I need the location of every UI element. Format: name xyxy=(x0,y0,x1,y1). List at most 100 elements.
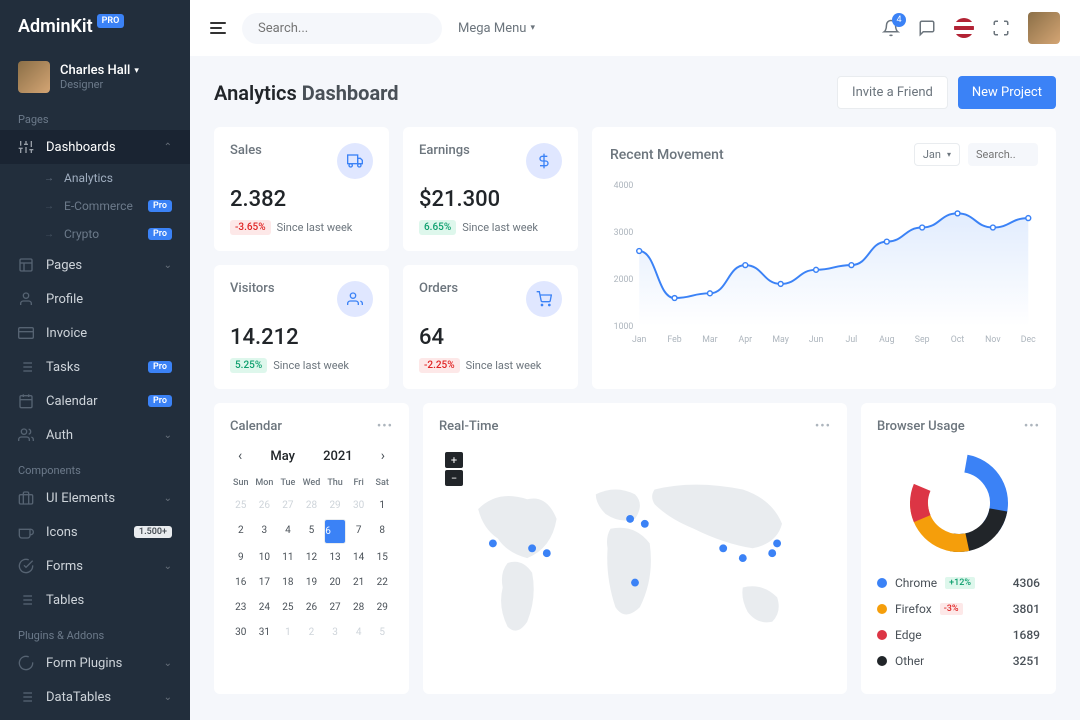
sidebar-item-profile[interactable]: Profile xyxy=(0,282,190,316)
sidebar-item-pages[interactable]: Pages⌄ xyxy=(0,248,190,282)
sliders-icon xyxy=(18,139,34,155)
zoom-in-button[interactable]: + xyxy=(445,452,463,468)
prev-month-button[interactable]: ‹ xyxy=(238,448,242,464)
cal-day[interactable]: 28 xyxy=(301,494,323,517)
cal-day[interactable]: 24 xyxy=(254,596,276,619)
cal-day[interactable]: 16 xyxy=(230,571,252,594)
cal-dow: Mon xyxy=(254,474,276,492)
cal-day[interactable]: 3 xyxy=(254,519,276,544)
sidebar-item-dashboards[interactable]: Dashboards ⌃ xyxy=(0,130,190,164)
sidebar-item-analytics[interactable]: →Analytics xyxy=(0,164,190,192)
user-avatar[interactable] xyxy=(1028,12,1060,44)
cal-day[interactable]: 7 xyxy=(348,519,370,544)
cal-day[interactable]: 30 xyxy=(230,621,252,644)
brand-name: AdminKit xyxy=(18,16,93,37)
cal-day[interactable]: 18 xyxy=(277,571,299,594)
cal-day[interactable]: 8 xyxy=(371,519,393,544)
sidebar-item-ui[interactable]: UI Elements⌄ xyxy=(0,481,190,515)
cal-day[interactable]: 22 xyxy=(371,571,393,594)
sidebar-item-forms[interactable]: Forms⌄ xyxy=(0,549,190,583)
svg-text:3000: 3000 xyxy=(614,228,634,238)
cal-day[interactable]: 5 xyxy=(371,621,393,644)
cal-day[interactable]: 5 xyxy=(301,519,323,544)
cal-day[interactable]: 1 xyxy=(371,494,393,517)
sidebar-item-crypto[interactable]: →CryptoPro xyxy=(0,220,190,248)
flag-icon[interactable] xyxy=(954,18,974,38)
cal-day[interactable]: 27 xyxy=(277,494,299,517)
cal-day[interactable]: 12 xyxy=(301,546,323,569)
sidebar-item-invoice[interactable]: Invoice xyxy=(0,316,190,350)
invite-friend-button[interactable]: Invite a Friend xyxy=(837,76,948,109)
cal-day[interactable]: 28 xyxy=(348,596,370,619)
sidebar-item-calendar[interactable]: CalendarPro xyxy=(0,384,190,418)
sidebar-item-charts[interactable]: Charts⌄ xyxy=(0,714,190,720)
cal-day[interactable]: 27 xyxy=(324,596,346,619)
cal-day[interactable]: 20 xyxy=(324,571,346,594)
svg-text:Jun: Jun xyxy=(809,335,824,345)
cal-day[interactable]: 2 xyxy=(301,621,323,644)
cal-day[interactable]: 3 xyxy=(324,621,346,644)
message-icon[interactable] xyxy=(918,19,936,37)
more-icon[interactable]: ••• xyxy=(815,419,831,434)
sidebar-item-icons[interactable]: Icons1.500+ xyxy=(0,515,190,549)
cal-day[interactable]: 10 xyxy=(254,546,276,569)
more-icon[interactable]: ••• xyxy=(377,419,393,434)
cal-day[interactable]: 19 xyxy=(301,571,323,594)
line-chart-svg: 4000300020001000JanFebMarAprMayJunJulAug… xyxy=(610,178,1038,348)
sidebar-item-form-plugins[interactable]: Form Plugins⌄ xyxy=(0,646,190,680)
cal-day[interactable]: 6 xyxy=(324,519,346,544)
svg-text:Mar: Mar xyxy=(702,335,717,345)
svg-text:Oct: Oct xyxy=(951,335,965,345)
sidebar-item-ecommerce[interactable]: →E-CommercePro xyxy=(0,192,190,220)
mega-menu[interactable]: Mega Menu ▾ xyxy=(458,21,535,36)
cal-day[interactable]: 25 xyxy=(277,596,299,619)
sidebar-item-datatables[interactable]: DataTables⌄ xyxy=(0,680,190,714)
cal-day[interactable]: 21 xyxy=(348,571,370,594)
svg-text:Apr: Apr xyxy=(739,335,753,345)
cal-day[interactable]: 4 xyxy=(277,519,299,544)
cal-day[interactable]: 14 xyxy=(348,546,370,569)
sidebar-item-tasks[interactable]: TasksPro xyxy=(0,350,190,384)
legend-item: Edge1689 xyxy=(877,622,1040,648)
notification-badge: 4 xyxy=(892,13,906,27)
cal-dow: Tue xyxy=(277,474,299,492)
search-input[interactable] xyxy=(258,21,424,36)
brand[interactable]: AdminKit PRO xyxy=(0,0,190,53)
next-month-button[interactable]: › xyxy=(381,448,385,464)
search-box[interactable] xyxy=(242,13,442,44)
cal-day[interactable]: 30 xyxy=(348,494,370,517)
cal-day[interactable]: 26 xyxy=(254,494,276,517)
cal-day[interactable]: 9 xyxy=(230,546,252,569)
more-icon[interactable]: ••• xyxy=(1024,419,1040,434)
cal-day[interactable]: 23 xyxy=(230,596,252,619)
briefcase-icon xyxy=(18,490,34,506)
cal-day[interactable]: 25 xyxy=(230,494,252,517)
cal-day[interactable]: 2 xyxy=(230,519,252,544)
cal-day[interactable]: 4 xyxy=(348,621,370,644)
cal-dow: Sun xyxy=(230,474,252,492)
cal-day[interactable]: 31 xyxy=(254,621,276,644)
new-project-button[interactable]: New Project xyxy=(958,76,1056,109)
browser-usage-card: Browser Usage••• Chrome+12%4306Firefox-3… xyxy=(861,403,1056,694)
cal-day[interactable]: 1 xyxy=(277,621,299,644)
maximize-icon[interactable] xyxy=(992,19,1010,37)
cal-day[interactable]: 26 xyxy=(301,596,323,619)
zoom-out-button[interactable]: − xyxy=(445,470,463,486)
cal-day[interactable]: 15 xyxy=(371,546,393,569)
chart-search-input[interactable] xyxy=(968,143,1038,166)
chevron-down-icon: ⌄ xyxy=(164,692,172,703)
cal-day[interactable]: 29 xyxy=(324,494,346,517)
month-selector[interactable]: Jan▾ xyxy=(914,143,960,166)
cal-day[interactable]: 13 xyxy=(324,546,346,569)
sidebar-item-tables[interactable]: Tables xyxy=(0,583,190,617)
bell-icon[interactable]: 4 xyxy=(882,19,900,37)
sidebar-item-auth[interactable]: Auth⌄ xyxy=(0,418,190,452)
world-map[interactable]: + − xyxy=(439,448,831,678)
list-icon xyxy=(18,592,34,608)
cal-day[interactable]: 17 xyxy=(254,571,276,594)
cal-day[interactable]: 29 xyxy=(371,596,393,619)
hamburger-icon[interactable] xyxy=(210,22,226,34)
cart-icon xyxy=(526,281,562,317)
cal-day[interactable]: 11 xyxy=(277,546,299,569)
user-block[interactable]: Charles Hall ▾ Designer xyxy=(0,53,190,101)
